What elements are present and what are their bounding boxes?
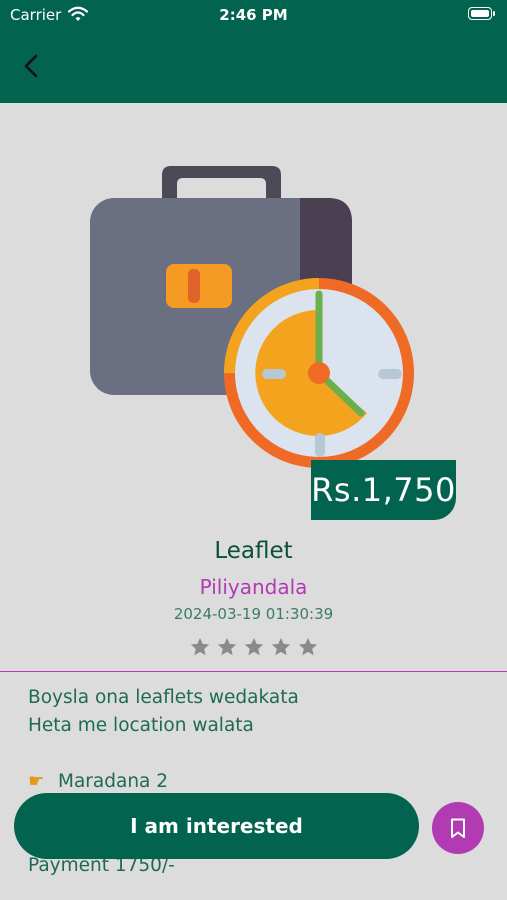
divider xyxy=(0,671,507,672)
description-text xyxy=(28,743,34,764)
star-icon xyxy=(270,636,292,658)
star-icon xyxy=(297,636,319,658)
battery-icon xyxy=(468,7,495,20)
star-icon xyxy=(216,636,238,658)
back-button[interactable] xyxy=(16,50,48,82)
hand-pointing-icon: ☛ xyxy=(28,771,45,792)
header-bar: Carrier 2:46 PM xyxy=(0,0,507,103)
description-text: Maradana 2 xyxy=(58,771,169,792)
briefcase-clock-icon xyxy=(80,160,425,484)
description-text: Boysla ona leaflets wedakata xyxy=(28,687,299,708)
description-line: ☛ Maradana 2 xyxy=(28,768,488,796)
star-icon xyxy=(189,636,211,658)
status-time: 2:46 PM xyxy=(219,6,288,24)
description-line: Boysla ona leaflets wedakata xyxy=(28,684,488,712)
bookmark-icon xyxy=(451,818,465,838)
chevron-left-icon xyxy=(24,54,38,78)
interested-button-label: I am interested xyxy=(130,814,303,838)
status-bar: Carrier 2:46 PM xyxy=(0,0,507,30)
bookmark-button[interactable] xyxy=(432,802,484,854)
description-line: Heta me location walata xyxy=(28,712,488,740)
job-title: Leaflet xyxy=(214,538,293,564)
price-badge: Rs.1,750 xyxy=(311,460,456,520)
job-datetime: 2024-03-19 01:30:39 xyxy=(173,605,334,623)
description-line xyxy=(28,740,488,768)
rating-stars xyxy=(0,636,507,662)
interested-button[interactable]: I am interested xyxy=(14,793,419,859)
job-location: Piliyandala xyxy=(199,575,308,599)
description-text: Heta me location walata xyxy=(28,715,254,736)
star-icon xyxy=(243,636,265,658)
